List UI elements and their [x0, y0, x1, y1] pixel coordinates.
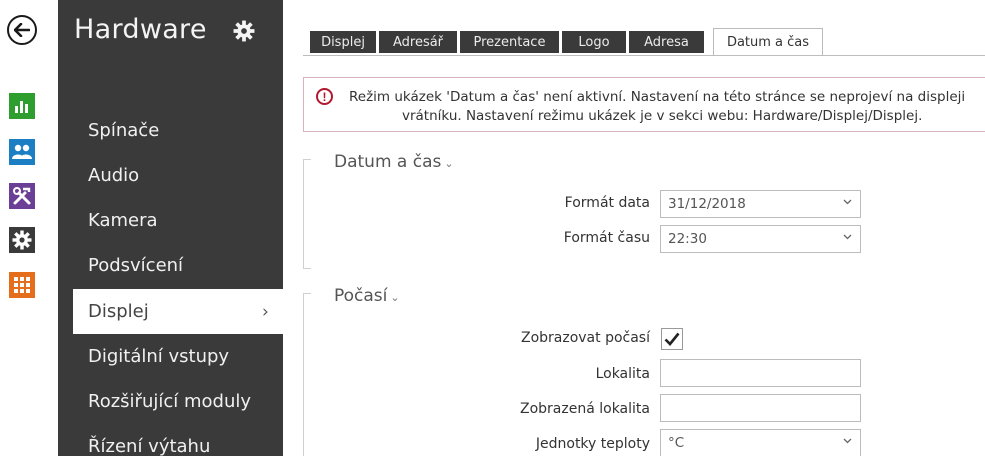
date-format-value: 31/12/2018 [668, 196, 746, 212]
sidebar-item-label: Audio [88, 165, 140, 186]
sidebar-item-spinace[interactable]: Spínače [58, 108, 283, 153]
sidebar-item-podsviceni[interactable]: Podsvícení [58, 243, 283, 288]
sidebar-item-rizeni-vytahu[interactable]: Řízení výtahu [58, 424, 283, 456]
bar-chart-icon[interactable] [9, 93, 35, 119]
section-title-datetime[interactable]: Datum a čas ⌄ [334, 152, 454, 172]
settings-gear-icon[interactable] [233, 20, 255, 47]
section-title-label: Počasí [334, 286, 388, 306]
users-icon[interactable] [9, 139, 35, 165]
back-arrow-icon[interactable] [7, 15, 37, 45]
show-weather-checkbox[interactable] [661, 328, 683, 350]
sidebar-item-label: Displej [88, 301, 149, 322]
tools-icon[interactable] [9, 183, 35, 209]
section-bracket [303, 159, 311, 269]
sidebar-item-label: Kamera [88, 210, 158, 231]
grid-icon[interactable] [9, 272, 35, 298]
sidebar-item-displej[interactable]: Displej › [73, 289, 283, 334]
temp-units-label: Jednotky teploty [535, 436, 650, 452]
gear-icon[interactable] [9, 227, 35, 253]
sidebar-item-label: Spínače [88, 120, 160, 141]
sidebar: Hardware Spínače Audio Kamera Podsvícení… [58, 0, 283, 456]
sidebar-item-label: Podsvícení [88, 255, 184, 276]
tab-adresar[interactable]: Adresář [379, 31, 457, 53]
warning-icon: ! [316, 88, 333, 105]
sidebar-item-rozsirujici-moduly[interactable]: Rozšiřující moduly [58, 379, 283, 424]
chevron-right-icon: › [262, 301, 269, 322]
section-title-weather[interactable]: Počasí ⌄ [334, 286, 400, 306]
section-title-label: Datum a čas [334, 152, 442, 172]
alert-text-line2: vrátníku. Nastavení režimu ukázek je v s… [402, 108, 923, 124]
chevron-down-icon [843, 232, 852, 243]
tab-adresa[interactable]: Adresa [629, 31, 704, 53]
sidebar-item-digitalni-vstupy[interactable]: Digitální vstupy [58, 334, 283, 379]
display-location-label: Zobrazená lokalita [520, 401, 650, 417]
time-format-label: Formát času [563, 230, 650, 246]
location-input[interactable] [660, 359, 861, 387]
chevron-down-icon: ⌄ [390, 291, 400, 304]
show-weather-label: Zobrazovat počasí [520, 330, 650, 346]
chevron-down-icon [843, 197, 852, 208]
tab-displej[interactable]: Displej [310, 31, 376, 53]
icon-rail [0, 0, 38, 456]
sidebar-item-audio[interactable]: Audio [58, 153, 283, 198]
sidebar-item-label: Řízení výtahu [88, 436, 211, 456]
chevron-down-icon [843, 436, 852, 447]
sidebar-title: Hardware [74, 14, 207, 45]
time-format-value: 22:30 [668, 231, 707, 247]
warning-alert: ! Režim ukázek 'Datum a čas' není aktivn… [303, 77, 985, 132]
section-bracket [303, 293, 311, 456]
date-format-label: Formát data [564, 195, 650, 211]
temp-units-value: °C [668, 435, 685, 451]
checkmark-icon [664, 332, 680, 346]
time-format-select[interactable]: 22:30 [660, 225, 861, 253]
tab-divider [303, 55, 985, 56]
display-location-input[interactable] [660, 394, 861, 422]
tab-datum-a-cas[interactable]: Datum a čas [713, 28, 823, 56]
tab-logo[interactable]: Logo [562, 31, 626, 53]
location-label: Lokalita [595, 366, 650, 382]
sidebar-item-kamera[interactable]: Kamera [58, 198, 283, 243]
tab-prezentace[interactable]: Prezentace [460, 31, 559, 53]
alert-text-line1: Režim ukázek 'Datum a čas' není aktivní.… [349, 89, 966, 105]
chevron-down-icon: ⌄ [444, 157, 454, 170]
date-format-select[interactable]: 31/12/2018 [660, 190, 861, 218]
sidebar-item-label: Digitální vstupy [88, 346, 230, 367]
sidebar-item-label: Rozšiřující moduly [88, 391, 252, 412]
temp-units-select[interactable]: °C [660, 429, 861, 456]
